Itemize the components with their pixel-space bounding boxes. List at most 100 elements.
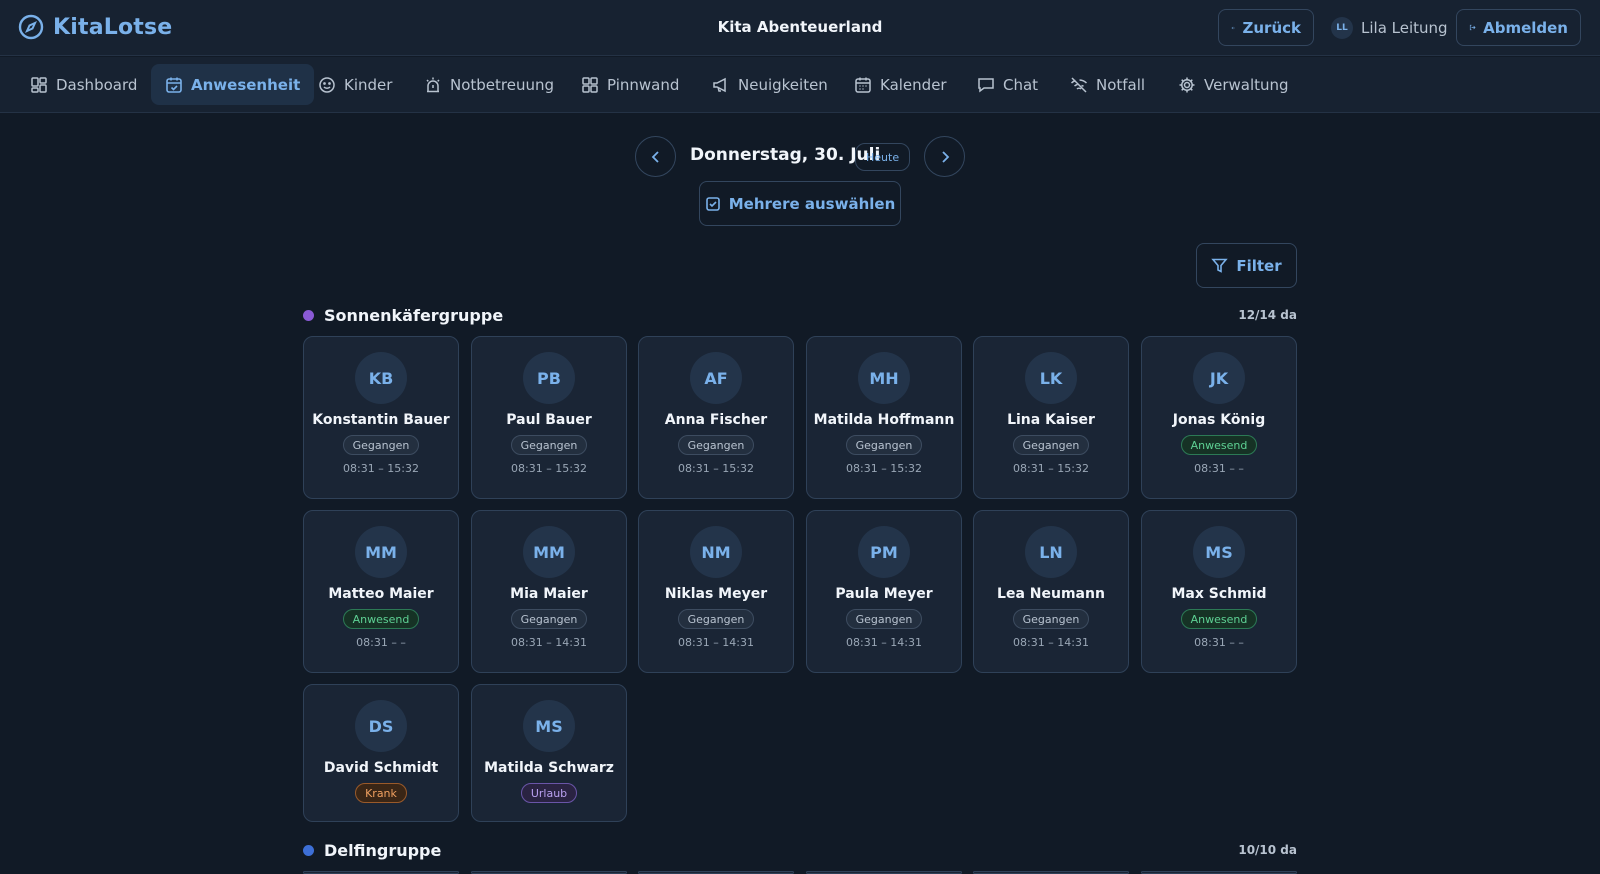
logout-icon (1469, 24, 1476, 31)
back-button[interactable]: Zurück (1218, 9, 1314, 46)
main-nav: Dashboard Anwesenheit Kinder Notbetreuun… (0, 57, 1600, 113)
attendance-time: 08:31 – 14:31 (678, 636, 754, 649)
nav-item-dashboard[interactable]: Dashboard (16, 64, 151, 105)
nav-label: Notfall (1096, 75, 1146, 94)
child-name: Mia Maier (510, 586, 588, 602)
group-header: Delfingruppe 10/10 da (303, 838, 1297, 862)
child-name: Paul Bauer (506, 412, 592, 428)
nav-item-neuigkeiten[interactable]: Neuigkeiten (698, 64, 842, 105)
group-name: Sonnenkäfergruppe (324, 305, 504, 325)
child-card[interactable]: MH Matilda Hoffmann Gegangen 08:31 – 15:… (806, 336, 962, 499)
dashboard-icon (31, 76, 47, 93)
child-card[interactable]: PB Paul Bauer Gegangen 08:31 – 15:32 (471, 336, 627, 499)
avatar: LL (1331, 17, 1353, 39)
attendance-time: 08:31 – 15:32 (343, 462, 419, 475)
nav-item-chat[interactable]: Chat (963, 64, 1052, 105)
child-card[interactable]: PM Paula Meyer Gegangen 08:31 – 14:31 (806, 510, 962, 673)
back-label: Zurück (1242, 18, 1302, 37)
logout-button[interactable]: Abmelden (1456, 9, 1581, 46)
gear-icon (1179, 77, 1195, 92)
status-badge: Gegangen (510, 609, 588, 629)
multi-select-button[interactable]: Mehrere auswählen (699, 181, 901, 226)
child-card[interactable]: DS David Schmidt Krank (303, 684, 459, 822)
nav-item-kalender[interactable]: Kalender (840, 64, 961, 105)
next-day-button[interactable] (924, 136, 965, 177)
group-color-dot (303, 844, 314, 856)
status-badge: Gegangen (1012, 609, 1090, 629)
nav-item-notbetreuung[interactable]: Notbetreuung (410, 64, 568, 105)
child-avatar: DS (355, 700, 407, 752)
child-card[interactable]: JK Jonas König Anwesend 08:31 – – (1141, 336, 1297, 499)
attendance-time: 08:31 – – (356, 636, 406, 649)
status-badge: Gegangen (510, 435, 588, 455)
child-avatar: MM (523, 526, 575, 578)
child-card[interactable]: NM Niklas Meyer Gegangen 08:31 – 14:31 (638, 510, 794, 673)
child-name: Paula Meyer (835, 586, 933, 602)
child-avatar: JK (1193, 352, 1245, 404)
prev-day-button[interactable] (635, 136, 676, 177)
child-avatar: LK (1025, 352, 1077, 404)
siren-icon (426, 77, 440, 92)
logout-label: Abmelden (1483, 18, 1568, 37)
group-count: 10/10 da (1238, 843, 1297, 857)
nav-item-verwaltung[interactable]: Verwaltung (1164, 64, 1303, 105)
multi-select-label: Mehrere auswählen (728, 194, 896, 213)
status-badge: Krank (355, 783, 407, 803)
calendar-icon (855, 77, 871, 93)
wifi-off-icon (1070, 76, 1088, 93)
nav-item-pinnwand[interactable]: Pinnwand (567, 64, 693, 105)
child-name: Lea Neumann (997, 586, 1105, 602)
child-card[interactable]: MM Mia Maier Gegangen 08:31 – 14:31 (471, 510, 627, 673)
child-card[interactable]: LK Lina Kaiser Gegangen 08:31 – 15:32 (973, 336, 1129, 499)
megaphone-icon (713, 77, 726, 92)
nav-item-anwesenheit[interactable]: Anwesenheit (151, 64, 315, 105)
status-badge: Anwesend (342, 609, 420, 629)
chevron-right-icon (941, 150, 949, 163)
top-bar: KitaLotse Kita Abenteuerland Zurück LL L… (0, 0, 1600, 56)
child-avatar: AF (690, 352, 742, 404)
smiley-icon (319, 76, 335, 93)
child-avatar: NM (690, 526, 742, 578)
status-badge: Gegangen (677, 609, 755, 629)
attendance-time: 08:31 – – (1194, 462, 1244, 475)
nav-label: Notbetreuung (450, 75, 555, 94)
filter-button[interactable]: Filter (1196, 243, 1297, 288)
child-avatar: MS (1193, 526, 1245, 578)
child-name: Matteo Maier (328, 586, 434, 602)
child-avatar: MS (523, 700, 575, 752)
nav-label: Dashboard (56, 75, 138, 94)
child-card[interactable]: AF Anna Fischer Gegangen 08:31 – 15:32 (638, 336, 794, 499)
status-badge: Anwesend (1180, 435, 1258, 455)
compass-icon (18, 14, 44, 40)
nav-label: Chat (1003, 75, 1039, 94)
child-card[interactable]: KB Konstantin Bauer Gegangen 08:31 – 15:… (303, 336, 459, 499)
group-name: Delfingruppe (324, 840, 442, 860)
today-button[interactable]: Heute (855, 143, 911, 171)
status-badge: Gegangen (342, 435, 420, 455)
nav-label: Pinnwand (607, 75, 680, 94)
group-count: 12/14 da (1238, 308, 1297, 322)
nav-item-kinder[interactable]: Kinder (304, 64, 406, 105)
child-card[interactable]: MS Matilda Schwarz Urlaub (471, 684, 627, 822)
filter-label: Filter (1236, 256, 1282, 275)
attendance-time: 08:31 – 15:32 (846, 462, 922, 475)
child-avatar: KB (355, 352, 407, 404)
current-date: Donnerstag, 30. Juli (690, 145, 881, 165)
child-card[interactable]: LN Lea Neumann Gegangen 08:31 – 14:31 (973, 510, 1129, 673)
attendance-time: 08:31 – 14:31 (846, 636, 922, 649)
user-menu[interactable]: LL Lila Leitung (1331, 17, 1448, 39)
status-badge: Gegangen (845, 609, 923, 629)
child-name: Lina Kaiser (1007, 412, 1095, 428)
app-logo[interactable]: KitaLotse (18, 14, 172, 40)
status-badge: Anwesend (1180, 609, 1258, 629)
nav-item-notfall[interactable]: Notfall (1056, 64, 1159, 105)
child-card[interactable]: MM Matteo Maier Anwesend 08:31 – – (303, 510, 459, 673)
status-badge: Gegangen (1012, 435, 1090, 455)
child-name: Jonas König (1172, 412, 1266, 428)
child-card[interactable]: MS Max Schmid Anwesend 08:31 – – (1141, 510, 1297, 673)
attendance-time: 08:31 – 14:31 (511, 636, 587, 649)
group-header: Sonnenkäfergruppe 12/14 da (303, 303, 1297, 327)
arrow-left-icon (1231, 26, 1235, 29)
app-name: KitaLotse (53, 14, 173, 40)
child-avatar: MH (858, 352, 910, 404)
